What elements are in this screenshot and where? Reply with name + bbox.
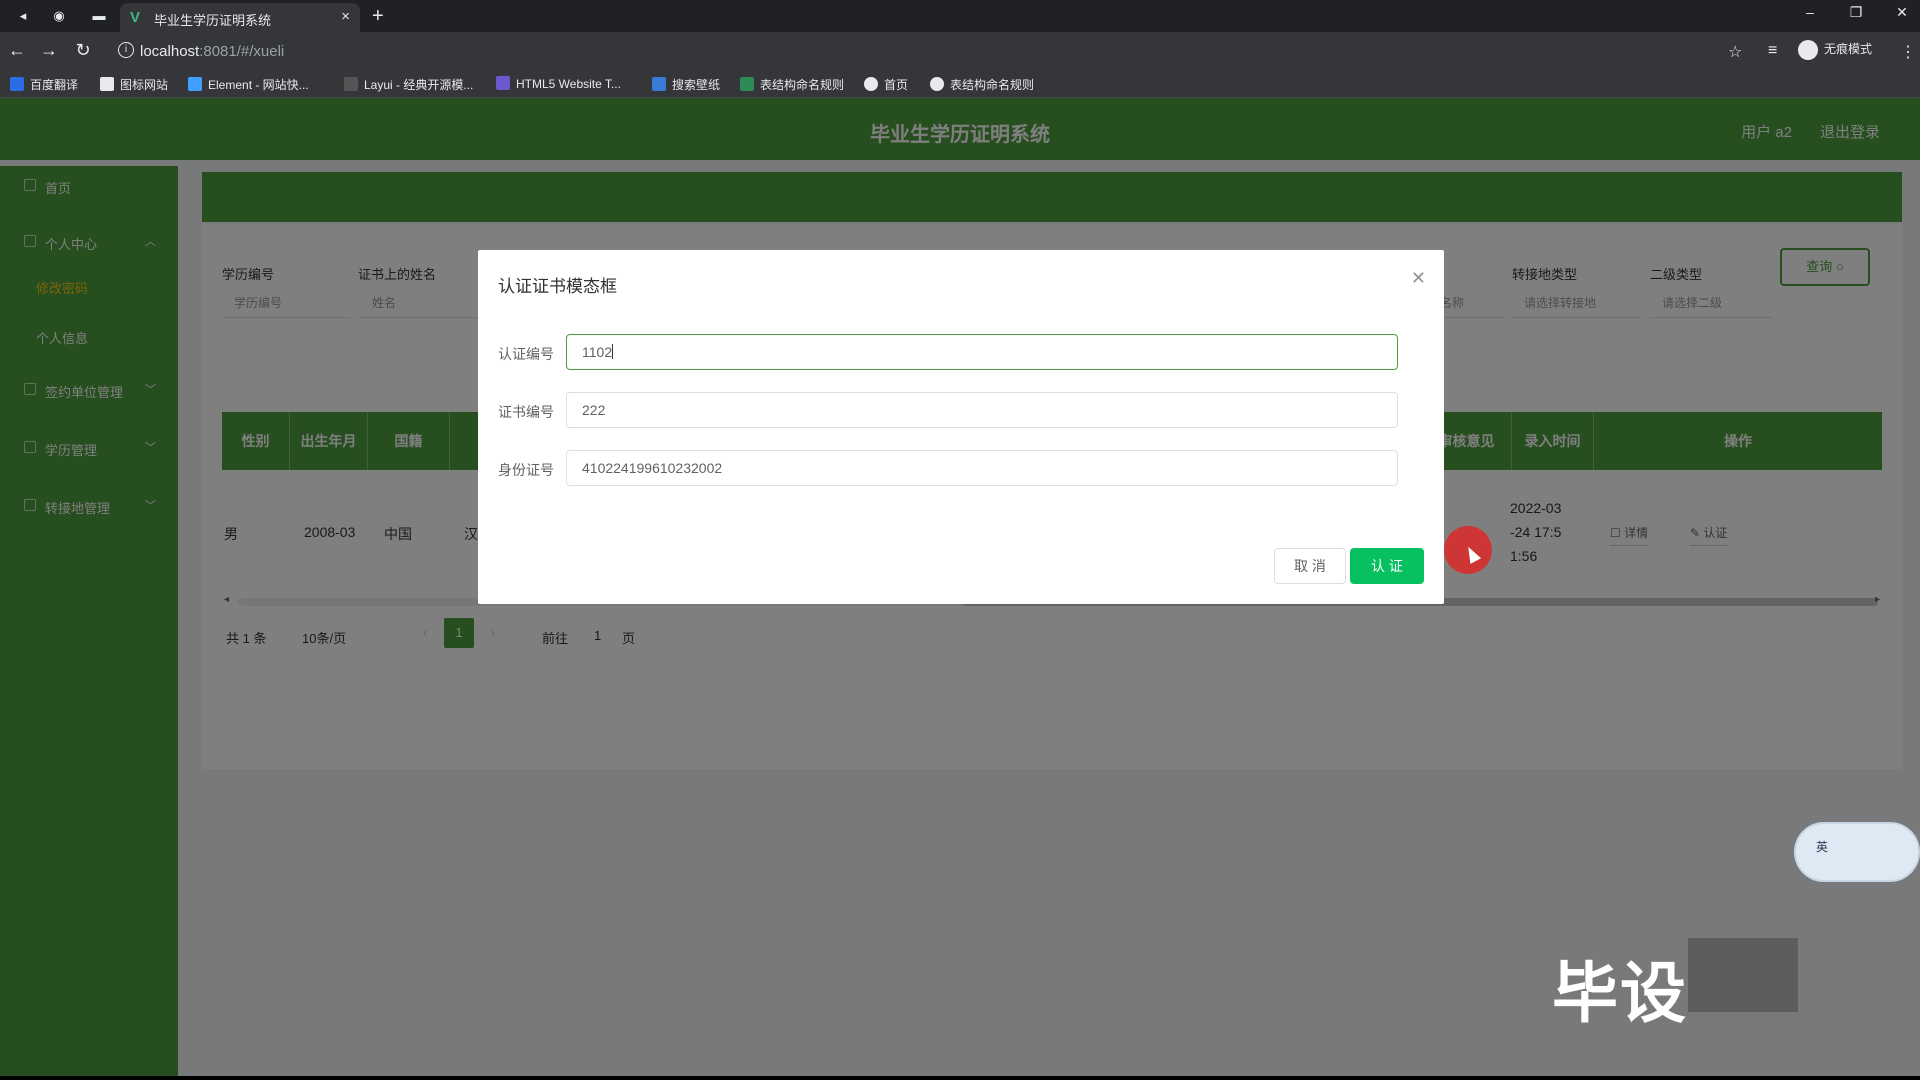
globe-icon: [930, 77, 944, 91]
bookmark-item[interactable]: 搜索壁纸: [652, 76, 720, 93]
bookmarks-bar: 百度翻译 图标网站 Element - 网站快... Layui - 经典开源模…: [0, 70, 1920, 98]
reload-icon[interactable]: ↻: [72, 40, 94, 61]
bookmark-item[interactable]: HTML5 Website T...: [496, 76, 621, 91]
bookmark-item[interactable]: 表结构命名规则: [930, 76, 1034, 93]
tab-close-icon[interactable]: ×: [341, 8, 350, 25]
bookmark-item[interactable]: 表结构命名规则: [740, 76, 844, 93]
bookmark-item[interactable]: 百度翻译: [10, 76, 78, 93]
layui-icon: [344, 77, 358, 91]
certificate-number-input[interactable]: 222: [566, 392, 1398, 428]
audio-icon[interactable]: ◂: [14, 7, 32, 25]
bookmark-item[interactable]: Layui - 经典开源模...: [344, 76, 473, 93]
bookmark-item[interactable]: Element - 网站快...: [188, 76, 309, 93]
minimize-icon[interactable]: –: [1790, 4, 1830, 20]
browser-tabbar: ◂ ◉ ▬ V 毕业生学历证明系统 × + – ❐ ✕: [0, 0, 1920, 32]
bookmark-star-icon[interactable]: ☆: [1728, 42, 1742, 62]
ime-widget[interactable]: 英: [1794, 822, 1920, 882]
wallpaper-icon: [652, 77, 666, 91]
window-icon[interactable]: ▬: [90, 7, 108, 25]
bookmark-item[interactable]: 图标网站: [100, 76, 168, 93]
blurred-region: [1688, 938, 1798, 1012]
verify-certificate-dialog: 认证证书模态框 ✕ 认证编号 1102 证书编号 222 身份证号 410224…: [478, 250, 1444, 604]
bookmark-item[interactable]: 首页: [864, 76, 908, 93]
browser-tab[interactable]: V 毕业生学历证明系统 ×: [120, 3, 360, 32]
tab-title: 毕业生学历证明系统: [154, 13, 272, 28]
cancel-button[interactable]: 取 消: [1274, 548, 1346, 584]
dialog-title: 认证证书模态框: [498, 277, 617, 296]
element-icon: [188, 77, 202, 91]
back-icon[interactable]: ←: [6, 40, 28, 61]
media-icon[interactable]: ≡: [1768, 42, 1777, 60]
html5-icon: [496, 76, 510, 90]
translate-icon: [10, 77, 24, 91]
flag-icon: [100, 77, 114, 91]
site-info-icon[interactable]: i: [118, 42, 134, 58]
sheet-icon: [740, 77, 754, 91]
verification-number-input[interactable]: 1102: [566, 334, 1398, 370]
close-icon[interactable]: ✕: [1411, 268, 1426, 289]
globe-icon: [864, 77, 878, 91]
vue-icon: V: [130, 9, 141, 26]
url-path: :8081/#/xueli: [199, 43, 285, 60]
ime-language: 英: [1816, 840, 1829, 854]
window-close-icon[interactable]: ✕: [1882, 4, 1920, 21]
incognito-icon: [1798, 40, 1818, 60]
text-caret: [612, 344, 614, 359]
chrome-icon[interactable]: ◉: [50, 7, 68, 25]
new-tab-icon[interactable]: +: [372, 5, 384, 28]
field-label: 身份证号: [498, 462, 554, 478]
forward-icon[interactable]: →: [38, 40, 60, 61]
field-label: 证书编号: [498, 404, 554, 420]
menu-icon[interactable]: ⋮: [1900, 42, 1916, 62]
browser-toolbar: ← → ↻ i localhost:8081/#/xueli ☆ ≡ 无痕模式 …: [0, 32, 1920, 70]
watermark: 毕设: [1552, 955, 1688, 1032]
url-host: localhost: [140, 43, 200, 60]
incognito-indicator[interactable]: 无痕模式: [1798, 40, 1872, 60]
verify-button[interactable]: 认 证: [1350, 548, 1424, 584]
id-number-input[interactable]: 410224199610232002: [566, 450, 1398, 486]
restore-icon[interactable]: ❐: [1836, 4, 1876, 21]
field-label: 认证编号: [498, 346, 554, 362]
address-bar[interactable]: i localhost:8081/#/xueli: [108, 36, 1768, 66]
